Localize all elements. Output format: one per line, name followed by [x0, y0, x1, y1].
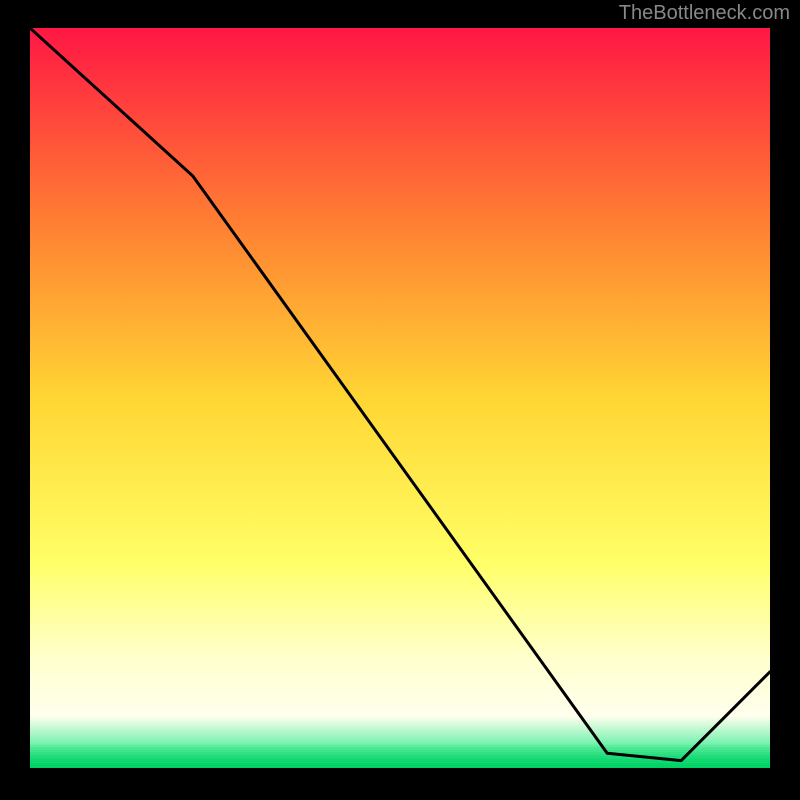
plot-area: [30, 28, 770, 768]
watermark-text: TheBottleneck.com: [619, 2, 790, 25]
chart-container: TheBottleneck.com: [0, 0, 800, 800]
data-curve: [30, 28, 770, 761]
chart-line-layer: [30, 28, 770, 768]
